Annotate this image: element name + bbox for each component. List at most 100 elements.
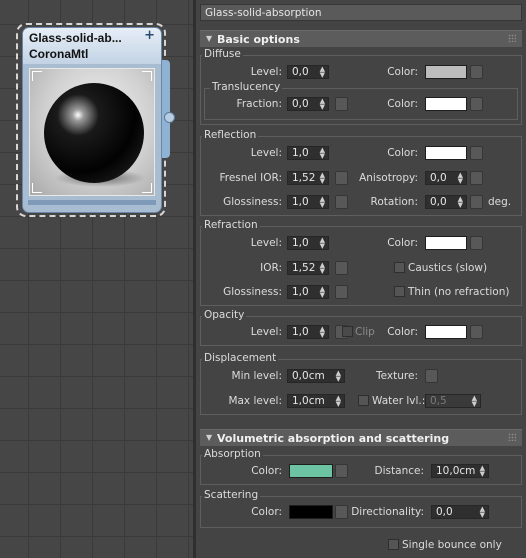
group-title-reflection: Reflection — [202, 129, 259, 141]
water-level-checkbox[interactable] — [358, 395, 369, 406]
collapse-arrow-icon: ▼ — [206, 34, 213, 43]
ior-map-button[interactable] — [335, 261, 348, 275]
group-title-absorption: Absorption — [202, 448, 263, 460]
translucency-map-button[interactable] — [470, 97, 483, 111]
opacity-map-button-2[interactable] — [470, 325, 483, 339]
node-output-bar — [162, 60, 170, 158]
anisotropy-spinner[interactable]: 0,0 ▲ ▼ — [425, 171, 467, 185]
refraction-level-label: Level: — [250, 237, 282, 249]
collapse-arrow-icon: ▼ — [206, 433, 213, 442]
diffuse-color-swatch[interactable] — [425, 65, 467, 79]
spinner-value: 0,0 — [436, 506, 453, 518]
spinner-value: 0,0 — [430, 196, 447, 208]
thin-checkbox[interactable] — [394, 286, 405, 297]
distance-spinner[interactable]: 10,0cm ▲ ▼ — [431, 464, 489, 478]
opacity-level-label: Level: — [250, 326, 282, 338]
ior-spinner[interactable]: 1,52 ▲ ▼ — [287, 261, 329, 275]
caustics-checkbox[interactable] — [394, 262, 405, 273]
anisotropy-label: Anisotropy: — [359, 172, 418, 184]
max-level-spinner[interactable]: 1,0cm ▲ ▼ — [287, 394, 345, 408]
diffuse-level-label: Level: — [250, 66, 282, 78]
spinner-arrows-icon: ▲ ▼ — [479, 464, 485, 478]
expand-icon[interactable]: + — [144, 28, 155, 43]
rollout-volumetric[interactable]: ▼ Volumetric absorption and scattering — [200, 429, 522, 446]
reflection-color-swatch[interactable] — [425, 146, 467, 160]
opacity-level-spinner[interactable]: 1,0 ▲ ▼ — [287, 325, 329, 339]
spinner-value: 1,0cm — [292, 395, 325, 407]
spinner-value: 1,0 — [292, 147, 309, 159]
reflection-map-button[interactable] — [470, 146, 483, 160]
rotation-map-button[interactable] — [470, 195, 483, 209]
spinner-arrows-icon: ▲ ▼ — [457, 171, 463, 185]
translucency-fraction-label: Fraction: — [236, 98, 282, 110]
absorption-color-swatch[interactable] — [289, 464, 333, 478]
corner-mark — [32, 71, 42, 81]
spinner-arrows-icon: ▲ ▼ — [335, 394, 341, 408]
spinner-arrows-icon: ▲ ▼ — [319, 236, 325, 250]
single-bounce-label: Single bounce only — [402, 539, 502, 551]
thin-label: Thin (no refraction) — [408, 286, 510, 298]
fresnel-ior-spinner[interactable]: 1,52 ▲ ▼ — [287, 171, 329, 185]
spinner-arrows-icon: ▲ ▼ — [479, 505, 485, 519]
node-editor-canvas[interactable]: Glass-solid-ab... CoronaMtl + — [0, 0, 193, 558]
spinner-arrows-icon: ▲ ▼ — [319, 325, 325, 339]
corner-mark — [142, 183, 152, 193]
reflection-level-spinner[interactable]: 1,0 ▲ ▼ — [287, 146, 329, 160]
diffuse-map-button[interactable] — [470, 65, 483, 79]
spinner-arrows-icon: ▲ ▼ — [335, 369, 341, 383]
max-level-label: Max level: — [228, 395, 282, 407]
spinner-value: 1,52 — [292, 172, 316, 184]
scattering-color-swatch[interactable] — [289, 505, 333, 519]
refraction-color-label: Color: — [387, 237, 418, 249]
reflection-glossiness-spinner[interactable]: 1,0 ▲ ▼ — [287, 195, 329, 209]
spinner-value: 1,0 — [292, 196, 309, 208]
diffuse-level-spinner[interactable]: 0,0 ▲ ▼ — [287, 65, 329, 79]
spinner-value: 1,52 — [292, 262, 316, 274]
node-footer — [28, 200, 156, 205]
refraction-color-swatch[interactable] — [425, 236, 467, 250]
caustics-label: Caustics (slow) — [408, 262, 488, 274]
rollout-basic-options[interactable]: ▼ Basic options — [200, 30, 522, 47]
group-title-diffuse: Diffuse — [202, 48, 243, 60]
translucency-fraction-spinner[interactable]: 0,0 ▲ ▼ — [287, 97, 329, 111]
parameter-panel: Glass-solid-absorption ▼ Basic options D… — [196, 0, 526, 558]
opacity-color-swatch[interactable] — [425, 325, 467, 339]
refraction-glossiness-spinner[interactable]: 1,0 ▲ ▼ — [287, 285, 329, 299]
refraction-map-button[interactable] — [470, 236, 483, 250]
corner-mark — [32, 183, 42, 193]
translucency-fraction-map-button[interactable] — [335, 97, 348, 111]
water-level-spinner[interactable]: 0,5 ▲ ▼ — [425, 394, 481, 408]
opacity-color-label: Color: — [387, 326, 418, 338]
rotation-label: Rotation: — [370, 196, 418, 208]
directionality-spinner[interactable]: 0,0 ▲ ▼ — [431, 505, 489, 519]
absorption-map-button[interactable] — [335, 464, 348, 478]
node-header[interactable]: Glass-solid-ab... CoronaMtl + — [23, 28, 161, 64]
min-level-spinner[interactable]: 0,0cm ▲ ▼ — [287, 369, 345, 383]
rollout-title: Basic options — [217, 33, 300, 46]
spinner-value: 1,0 — [292, 237, 309, 249]
reflection-color-label: Color: — [387, 147, 418, 159]
group-title-translucency: Translucency — [210, 81, 283, 93]
grip-icon — [508, 433, 516, 441]
anisotropy-map-button[interactable] — [470, 171, 483, 185]
refraction-level-spinner[interactable]: 1,0 ▲ ▼ — [287, 236, 329, 250]
min-level-label: Min level: — [231, 370, 282, 382]
spinner-arrows-icon: ▲ ▼ — [319, 171, 325, 185]
rotation-spinner[interactable]: 0,0 ▲ ▼ — [425, 195, 467, 209]
spinner-arrows-icon: ▲ ▼ — [319, 146, 325, 160]
material-name-field[interactable]: Glass-solid-absorption — [200, 4, 522, 21]
displacement-texture-button[interactable] — [425, 369, 438, 383]
water-level-label: Water lvl.: — [372, 395, 426, 407]
refraction-glossiness-map-button[interactable] — [335, 285, 348, 299]
material-node[interactable]: Glass-solid-ab... CoronaMtl + — [22, 27, 162, 213]
translucency-color-swatch[interactable] — [425, 97, 467, 111]
fresnel-ior-label: Fresnel IOR: — [219, 172, 282, 184]
single-bounce-checkbox[interactable] — [388, 539, 399, 550]
corner-mark — [142, 71, 152, 81]
refraction-glossiness-label: Glossiness: — [223, 286, 282, 298]
reflection-level-label: Level: — [250, 147, 282, 159]
clip-checkbox[interactable] — [342, 326, 353, 337]
output-port[interactable] — [164, 112, 175, 123]
spinner-arrows-icon: ▲ ▼ — [319, 97, 325, 111]
spinner-arrows-icon: ▲ ▼ — [319, 285, 325, 299]
